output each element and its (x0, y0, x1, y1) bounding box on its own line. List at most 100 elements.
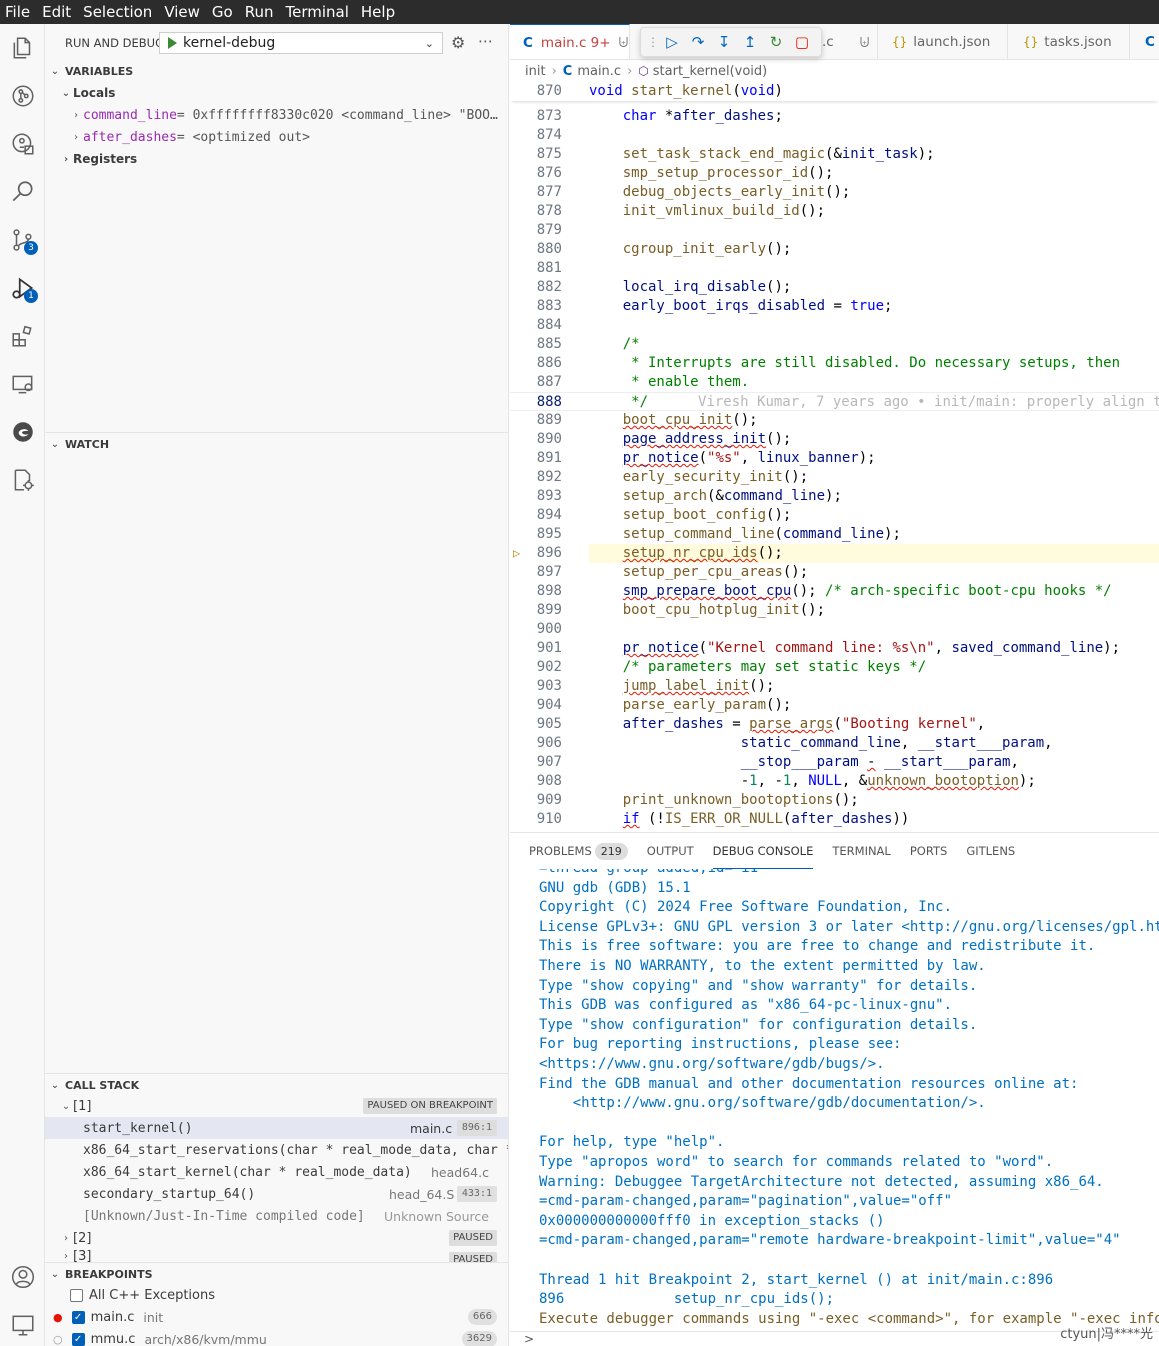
console-line: This is free software: you are free to c… (539, 938, 1096, 955)
tab-tasks-json[interactable]: {} tasks.json (1008, 24, 1130, 59)
problems-count-badge: 219 (594, 843, 628, 860)
menu-run[interactable]: Run (240, 0, 281, 24)
menu-edit[interactable]: Edit (37, 0, 78, 24)
checkbox[interactable]: ✓ (71, 1310, 85, 1324)
settings-sync-icon[interactable] (0, 457, 45, 503)
thread-1[interactable]: ⌄ [1] PAUSED ON BREAKPOINT (45, 1095, 508, 1117)
continue-icon[interactable]: ▷ (663, 33, 681, 51)
chevron-right-icon: > (524, 1332, 535, 1346)
edge-devtools-icon[interactable] (0, 409, 45, 455)
variable-after-dashes[interactable]: › after_dashes = <optimized out> (45, 126, 508, 148)
variable-command-line[interactable]: › command_line = 0xffffffff8330c020 <comm… (45, 104, 508, 126)
thread-2[interactable]: › [2] PAUSED (45, 1227, 508, 1249)
step-over-icon[interactable]: ↷ (689, 33, 707, 51)
chevron-down-icon: ⌄ (424, 37, 434, 50)
menu-view[interactable]: View (159, 0, 207, 24)
console-line: This GDB was configured as "x86_64-pc-li… (539, 997, 953, 1014)
stack-frame[interactable]: secondary_startup_64() head_64.S 433:1 (45, 1183, 508, 1205)
gear-icon[interactable]: ⚙ (451, 33, 465, 52)
console-line: For help, type "help". (539, 1134, 725, 1151)
menu-terminal[interactable]: Terminal (281, 0, 356, 24)
locals-scope[interactable]: ⌄ Locals (45, 82, 508, 104)
code-line-current: ▷ 896 setup_nr_cpu_ids(); (513, 545, 783, 561)
tab-gitlens[interactable]: GITLENS (966, 833, 1015, 869)
breadcrumb-file[interactable]: main.c (577, 64, 621, 79)
code-line: 906 static_command_line, __start___param… (536, 735, 1053, 751)
console-line: 0x000000000000fff0 in exception_stacks (… (539, 1212, 885, 1229)
stack-frame[interactable]: x86_64_start_reservations(char * real_mo… (45, 1139, 508, 1161)
code-line: 875 set_task_stack_end_magic(&init_task)… (536, 146, 935, 162)
run-debug-icon[interactable]: 1 (0, 265, 45, 311)
source-control-icon[interactable]: 3 (0, 217, 45, 263)
console-line: Type "apropos word" to search for comman… (539, 1154, 1054, 1170)
code-line: 895 setup_command_line(command_line); (536, 526, 901, 542)
code-line: 881 (536, 260, 562, 276)
breakpoint-all-cpp[interactable]: All C++ Exceptions (45, 1284, 508, 1306)
remote-status-icon[interactable] (0, 1302, 45, 1346)
console-line: There is NO WARRANTY, to the extent perm… (539, 958, 986, 974)
checkbox[interactable] (70, 1288, 83, 1302)
tab-output[interactable]: OUTPUT (647, 833, 694, 869)
stop-icon[interactable]: ▢ (793, 33, 811, 51)
drag-handle-icon[interactable]: ⋮ (647, 35, 659, 49)
start-debug-icon[interactable] (168, 37, 177, 49)
breadcrumb-folder[interactable]: init (525, 64, 546, 79)
chevron-down-icon: ⌄ (61, 1100, 71, 1112)
checkbox[interactable]: ✓ (71, 1332, 85, 1346)
breadcrumb-symbol[interactable]: start_kernel(void) (653, 64, 767, 79)
explorer-icon[interactable] (0, 25, 45, 71)
console-line: =cmd-param-changed,param="pagination",va… (539, 1193, 953, 1210)
scm-badge: 3 (24, 241, 38, 255)
gitlens-icon[interactable] (0, 73, 45, 119)
code-line: 878 init_vmlinux_build_id(); (536, 203, 826, 219)
tab-main-c[interactable]: Cmain.c 9+ ⨄ (510, 24, 630, 59)
watch-header[interactable]: ⌄ WATCH (45, 433, 508, 455)
code-line: 879 (536, 222, 562, 238)
console-line: <https://www.gnu.org/software/gdb/bugs/>… (539, 1056, 885, 1072)
tab-ports[interactable]: PORTS (910, 833, 947, 869)
pin-icon[interactable]: ⨄ (619, 35, 629, 50)
remote-window-icon[interactable] (0, 361, 45, 407)
variables-header[interactable]: ⌄ VARIABLES (45, 60, 508, 82)
search-icon[interactable] (0, 169, 45, 215)
code-line: 908 -1, -1, NULL, &unknown_bootoption); (536, 773, 1036, 789)
stack-frame[interactable]: [Unknown/Just-In-Time compiled code] Unkn… (45, 1205, 508, 1227)
restart-icon[interactable]: ↻ (767, 33, 785, 51)
step-into-icon[interactable]: ↧ (715, 33, 733, 51)
tab-problems[interactable]: PROBLEMS 219 (529, 833, 628, 869)
tab-debug-console[interactable]: DEBUG CONSOLE (712, 833, 814, 869)
menu-help[interactable]: Help (356, 0, 402, 24)
registers-scope[interactable]: › Registers (45, 148, 508, 170)
menu-file[interactable]: File (0, 0, 37, 24)
debug-config-select[interactable]: kernel-debug ⌄ (159, 32, 443, 54)
account-icon[interactable] (0, 1254, 45, 1300)
breakpoint-item[interactable]: ○ ✓ mmu.c arch/x86/kvm/mmu 3629 (45, 1328, 508, 1346)
breakpoint-item[interactable]: ● ✓ main.c init 666 (45, 1306, 508, 1328)
code-line: 886 * Interrupts are still disabled. Do … (536, 355, 1121, 371)
remote-explorer-icon[interactable] (0, 121, 45, 167)
code-line: 893 setup_arch(&command_line); (536, 488, 842, 504)
step-out-icon[interactable]: ↥ (741, 33, 759, 51)
menu-selection[interactable]: Selection (78, 0, 159, 24)
debug-console-output[interactable]: =thread-group-added,id="i1"GNU gdb (GDB)… (510, 869, 1159, 1331)
stack-frame[interactable]: x86_64_start_kernel(char * real_mode_dat… (45, 1161, 508, 1183)
stack-frame[interactable]: start_kernel() main.c 896:1 (45, 1117, 508, 1139)
extensions-icon[interactable] (0, 313, 45, 359)
code-line: 910 if (!IS_ERR_OR_NULL(after_dashes)) (536, 811, 910, 827)
tab-c-overflow[interactable]: C (1130, 24, 1159, 59)
tab-terminal[interactable]: TERMINAL (832, 833, 890, 869)
breakpoints-header[interactable]: ⌄ BREAKPOINTS (45, 1263, 508, 1285)
pin-icon[interactable]: ⨄ (860, 35, 870, 50)
thread-3[interactable]: › [3] PAUSED (45, 1249, 508, 1263)
menu-go[interactable]: Go (207, 0, 240, 24)
chevron-down-icon: ⌄ (61, 87, 71, 99)
c-file-icon: C (523, 34, 533, 51)
tab-launch-json[interactable]: {} launch.json (878, 24, 1008, 59)
code-area[interactable]: 870 void start_kernel(void) 873 char *aft… (510, 82, 1159, 832)
more-icon[interactable]: ⋯ (478, 32, 493, 50)
code-line: 894 setup_boot_config(); (536, 507, 792, 523)
call-stack-header[interactable]: ⌄ CALL STACK (45, 1074, 508, 1096)
sticky-scroll-line[interactable]: 870 void start_kernel(void) (510, 82, 1159, 101)
chevron-down-icon: ⌄ (50, 65, 60, 77)
activity-bar: 3 1 (0, 24, 45, 1346)
